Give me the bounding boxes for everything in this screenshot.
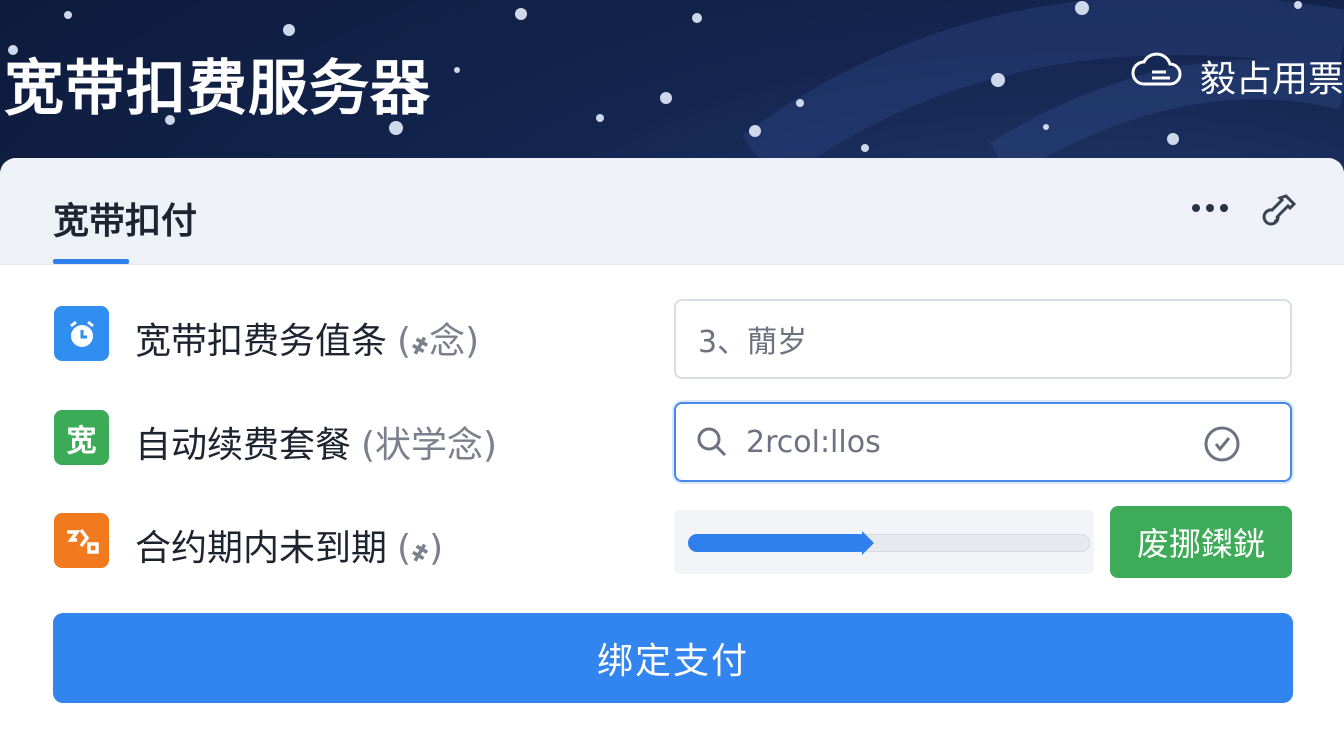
package-search-input[interactable]: 2rcol:llos xyxy=(674,402,1292,482)
alarm-clock-icon xyxy=(54,306,109,361)
tab-underline xyxy=(53,259,129,264)
tab-broadband-pay[interactable]: 宽带扣付 xyxy=(53,192,197,244)
slider-fill xyxy=(688,534,868,552)
broadband-icon: 宽 xyxy=(54,410,109,465)
more-icon[interactable] xyxy=(1192,204,1228,212)
header-right-label: 毅占用票 xyxy=(1199,59,1344,100)
search-value-text: 2rcol:llos xyxy=(746,424,881,460)
cloud-icon xyxy=(1130,44,1186,109)
row-label-text: 宽带扣费务值条 xyxy=(135,321,388,362)
row-label-hint: (҂) xyxy=(397,528,444,569)
header-user-menu[interactable]: 毅占用票 xyxy=(1130,48,1344,104)
row-label-service-value: 宽带扣费务值条 (҂念) xyxy=(135,312,479,364)
bottle-icon[interactable] xyxy=(1262,192,1302,236)
green-action-button[interactable]: 废挪鏫銧 xyxy=(1110,506,1292,578)
row-label-text: 合约期内未到期 xyxy=(135,528,388,569)
contract-progress-slider[interactable] xyxy=(674,510,1094,574)
app-title: 宽带扣费服务器 xyxy=(4,54,431,124)
clock-check-icon[interactable] xyxy=(1202,424,1242,464)
row-label-hint: (状学念) xyxy=(361,425,498,466)
service-value-text: 3、蕑岁 xyxy=(698,325,808,360)
search-icon xyxy=(694,424,730,460)
contract-icon xyxy=(54,513,109,568)
slider-handle[interactable] xyxy=(862,531,874,555)
row-label-text: 自动续费套餐 xyxy=(135,425,352,466)
bind-payment-button[interactable]: 绑定支付 xyxy=(53,613,1293,703)
row-label-auto-renew: 自动续费套餐 (状学念) xyxy=(135,416,497,468)
card-header xyxy=(0,158,1344,265)
row-label-hint: (҂念) xyxy=(397,321,480,362)
service-value-field[interactable]: 3、蕑岁 xyxy=(674,299,1292,379)
broadband-icon-text: 宽 xyxy=(66,423,97,459)
row-label-contract: 合约期内未到期 (҂) xyxy=(135,519,443,571)
